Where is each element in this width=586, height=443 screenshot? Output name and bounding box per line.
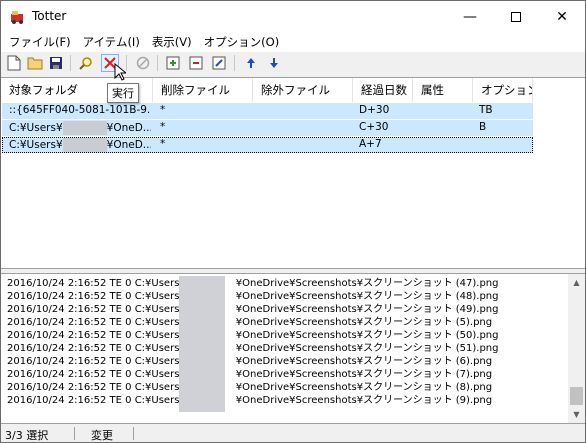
window-title: Totter [32, 9, 67, 23]
status-separator [133, 427, 134, 440]
menu-options[interactable]: オプション(O) [198, 34, 286, 50]
log-line: 2016/10/24 2:16:52 TE 0 C:¥Users¥ ¥OneDri… [7, 356, 493, 367]
log-line: 2016/10/24 2:16:52 TE 0 C:¥Users¥ ¥OneDri… [7, 330, 499, 341]
move-down-button[interactable] [265, 54, 283, 72]
folder-suffix: ¥OneD... [106, 122, 151, 134]
move-up-button[interactable] [242, 54, 260, 72]
stop-icon [136, 56, 150, 70]
list-row[interactable]: C:¥Users¥ ¥OneD... * A+7 [2, 137, 533, 153]
open-button[interactable] [26, 54, 44, 72]
status-separator [74, 427, 75, 440]
close-button[interactable]: ✕ [539, 1, 585, 32]
save-button[interactable] [47, 54, 65, 72]
log-line: 2016/10/24 2:16:52 TE 0 C:¥Users¥ ¥OneDri… [7, 395, 493, 406]
remove-item-button[interactable] [187, 54, 205, 72]
log-line: 2016/10/24 2:16:52 TE 0 C:¥Users¥ ¥OneDri… [7, 382, 493, 393]
cell-delete: * [160, 121, 166, 133]
folder-suffix: ¥OneD... [106, 139, 151, 151]
column-header-exclude[interactable]: 除外ファイル [253, 78, 353, 102]
new-icon [7, 55, 21, 71]
edit-item-button[interactable] [210, 54, 228, 72]
cell-days: A+7 [359, 138, 382, 150]
edit-item-icon [212, 56, 226, 70]
list-row[interactable]: ::{645FF040-5081-101B-9... * D+30 TB [2, 103, 533, 119]
log-line: 2016/10/24 2:16:52 TE 0 C:¥Users¥ ¥OneDri… [7, 291, 499, 302]
folder-prefix: C:¥Users¥ [9, 139, 63, 151]
redacted-username [62, 121, 107, 135]
scroll-down-icon[interactable]: ▼ [568, 406, 585, 423]
column-header-attr[interactable]: 属性 [413, 78, 473, 102]
column-header-delete[interactable]: 削除ファイル [153, 78, 253, 102]
menu-file[interactable]: ファイル(F) [3, 34, 77, 50]
log-panel[interactable]: 2016/10/24 2:16:52 TE 0 C:¥Users¥ ¥OneDri… [1, 273, 585, 424]
cell-delete: * [160, 138, 166, 150]
scroll-up-icon[interactable]: ▲ [568, 274, 585, 291]
list-row[interactable]: C:¥Users¥ ¥OneD... * C+30 B [2, 120, 533, 136]
add-item-button[interactable] [164, 54, 182, 72]
column-header-days[interactable]: 経過日数 [353, 78, 413, 102]
move-down-icon [270, 58, 278, 68]
remove-item-icon [189, 56, 203, 70]
toolbar-separator [126, 55, 127, 71]
status-bar: 3/3 選択 変更 [1, 425, 585, 442]
close-icon: ✕ [556, 8, 568, 25]
menu-bar: ファイル(F) アイテム(I) 表示(V) オプション(O) [1, 32, 585, 52]
run-tooltip: 実行 [107, 83, 139, 103]
toolbar-separator [234, 55, 235, 71]
cell-option: B [479, 121, 487, 133]
maximize-button[interactable] [493, 1, 539, 32]
open-folder-icon [27, 57, 43, 70]
folder-prefix: C:¥Users¥ [9, 122, 63, 134]
log-line: 2016/10/24 2:16:52 TE 0 C:¥Users¥ ¥OneDri… [7, 278, 499, 289]
status-state: 変更 [91, 429, 113, 442]
toolbar-separator [70, 55, 71, 71]
add-item-icon [166, 56, 180, 70]
new-button[interactable] [5, 54, 23, 72]
log-line: 2016/10/24 2:16:52 TE 0 C:¥Users¥ ¥OneDri… [7, 343, 499, 354]
log-line: 2016/10/24 2:16:52 TE 0 C:¥Users¥ ¥OneDri… [7, 304, 499, 315]
stop-button[interactable] [134, 54, 152, 72]
find-button[interactable] [77, 54, 95, 72]
toolbar-separator [157, 55, 158, 71]
minimize-icon: — [463, 8, 477, 25]
item-list[interactable]: 対象フォルダ 削除ファイル 除外ファイル 経過日数 属性 オプション ::{64… [1, 77, 585, 269]
title-bar[interactable]: Totter — ✕ [1, 1, 585, 32]
save-icon [50, 57, 62, 69]
cell-days: D+30 [359, 104, 390, 116]
menu-item[interactable]: アイテム(I) [77, 34, 146, 50]
toolbar [1, 52, 585, 75]
minimize-button[interactable]: — [447, 1, 493, 32]
cell-folder: C:¥Users¥ ¥OneD... [9, 138, 151, 152]
cell-option: TB [479, 104, 493, 116]
log-line: 2016/10/24 2:16:52 TE 0 C:¥Users¥ ¥OneDri… [7, 317, 493, 328]
redacted-username [179, 276, 225, 412]
mouse-cursor-icon [114, 63, 126, 81]
find-icon [79, 57, 92, 70]
list-header: 対象フォルダ 削除ファイル 除外ファイル 経過日数 属性 オプション [1, 78, 585, 102]
maximize-icon [511, 11, 521, 22]
cell-days: C+30 [359, 121, 389, 133]
scroll-thumb[interactable] [570, 387, 583, 405]
cell-folder: C:¥Users¥ ¥OneD... [9, 121, 151, 135]
cell-folder: ::{645FF040-5081-101B-9... [9, 104, 151, 116]
status-selection: 3/3 選択 [5, 429, 49, 442]
move-up-icon [247, 58, 255, 68]
menu-view[interactable]: 表示(V) [146, 34, 198, 50]
column-header-option[interactable]: オプション [473, 78, 533, 102]
log-scrollbar[interactable]: ▲ ▼ [568, 274, 585, 423]
app-icon [11, 11, 23, 24]
app-window: Totter — ✕ ファイル(F) アイテム(I) 表示(V) オプション(O… [0, 0, 586, 443]
cell-delete: * [160, 104, 166, 116]
log-line: 2016/10/24 2:16:52 TE 0 C:¥Users¥ ¥OneDri… [7, 369, 493, 380]
redacted-username [62, 138, 107, 152]
